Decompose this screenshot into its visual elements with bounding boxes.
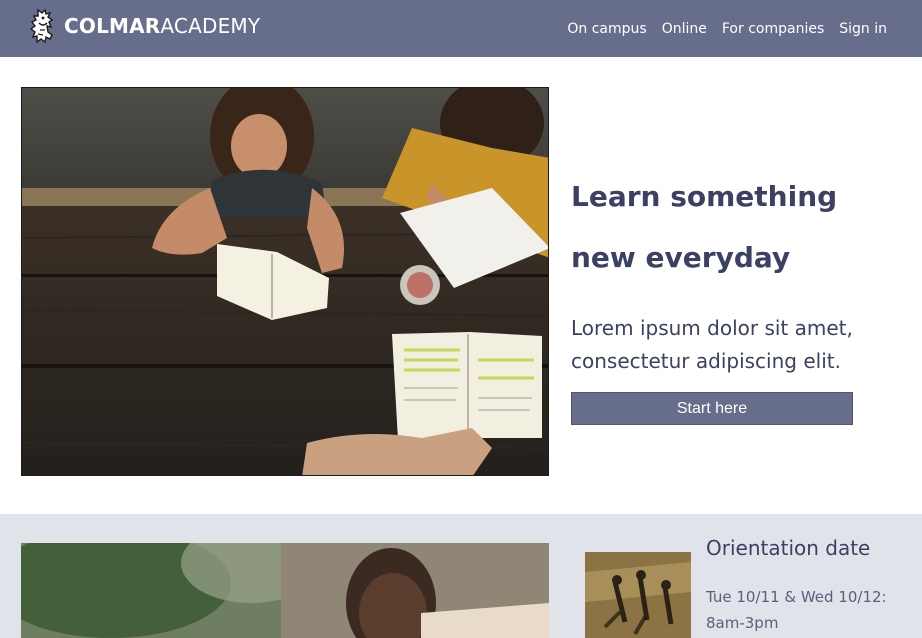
- hero-photo-illustration: [22, 88, 548, 475]
- top-navbar: COLMARACADEMY On campus Online For compa…: [0, 0, 922, 57]
- hero-title-line-1: Learn something: [571, 180, 838, 213]
- student-photo: [21, 543, 549, 638]
- main-nav: On campus Online For companies Sign in: [567, 0, 887, 57]
- event-datetime: Tue 10/11 & Wed 10/12: 8am-3pm: [706, 584, 906, 636]
- orientation-section: Orientation date Tue 10/11 & Wed 10/12: …: [0, 514, 922, 638]
- hero-title-line-2: new everyday: [571, 241, 791, 274]
- nav-link-sign-in[interactable]: Sign in: [839, 21, 887, 37]
- brand-name-regular: ACADEMY: [160, 14, 261, 38]
- event-title: Orientation date: [706, 536, 871, 560]
- nav-link-for-companies[interactable]: For companies: [722, 21, 824, 37]
- hero-photo: [21, 87, 549, 476]
- hero-subtitle: Lorem ipsum dolor sit amet, consectetur …: [571, 312, 901, 378]
- nav-link-online[interactable]: Online: [662, 21, 707, 37]
- orientation-thumbnail-illustration: [585, 552, 691, 638]
- start-here-button[interactable]: Start here: [571, 392, 853, 425]
- brand-wordmark: COLMARACADEMY: [64, 14, 260, 38]
- hero-subtitle-line-1: Lorem ipsum dolor sit amet,: [571, 316, 853, 340]
- hero-subtitle-line-2: consectetur adipiscing elit.: [571, 349, 841, 373]
- student-photo-illustration: [21, 543, 549, 638]
- event-time: 8am-3pm: [706, 614, 779, 632]
- hero-copy: Learn something new everyday Lorem ipsum…: [571, 166, 901, 378]
- orientation-thumbnail: [585, 552, 691, 638]
- hero-title: Learn something new everyday: [571, 166, 901, 288]
- event-date: Tue 10/11 & Wed 10/12:: [706, 588, 887, 606]
- nav-link-on-campus[interactable]: On campus: [567, 21, 646, 37]
- brand-home-link[interactable]: COLMARACADEMY: [28, 8, 260, 44]
- brand-name-bold: COLMAR: [64, 14, 161, 38]
- lion-logo-icon: [28, 8, 58, 44]
